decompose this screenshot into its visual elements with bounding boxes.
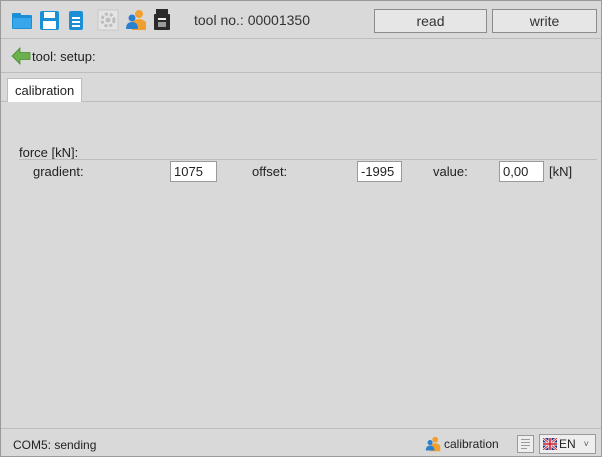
offset-label: offset: <box>252 164 288 179</box>
folder-open-icon[interactable] <box>11 9 33 31</box>
user-status-icon <box>425 436 441 452</box>
gradient-label: gradient: <box>33 164 84 179</box>
tab-calibration[interactable]: calibration <box>7 78 83 102</box>
force-section-title: force [kN]: <box>19 145 79 160</box>
write-button[interactable]: write <box>492 9 597 33</box>
gradient-input[interactable] <box>170 161 217 182</box>
read-button[interactable]: read <box>374 9 487 33</box>
value-input[interactable] <box>499 161 544 182</box>
offset-input[interactable] <box>357 161 402 182</box>
toolbar: tool no.: 00001350 read write <box>1 1 601 39</box>
status-mode-label: calibration <box>444 437 499 451</box>
log-document-icon[interactable] <box>517 435 534 453</box>
language-select[interactable]: EN ˅ <box>539 434 596 454</box>
tool-number-label: tool no.: 00001350 <box>194 12 310 28</box>
breadcrumb-text: tool: setup: <box>32 49 96 64</box>
print-icon[interactable] <box>65 9 87 31</box>
device-icon[interactable] <box>151 9 173 31</box>
read-button-label: read <box>416 13 445 29</box>
back-arrow-icon[interactable] <box>11 46 31 66</box>
section-divider <box>19 159 597 160</box>
value-label: value: <box>433 164 468 179</box>
user-icon[interactable] <box>125 9 147 31</box>
write-button-label: write <box>529 13 560 29</box>
uk-flag-icon <box>543 438 557 450</box>
language-label: EN <box>559 437 576 451</box>
app-window: tool no.: 00001350 read write tool: setu… <box>0 0 602 457</box>
save-icon[interactable] <box>38 9 60 31</box>
status-mode: calibration <box>425 435 499 453</box>
connection-status: COM5: sending <box>13 438 97 452</box>
tab-bar: calibration <box>1 74 601 102</box>
chevron-down-icon: ˅ <box>583 439 589 449</box>
gear-icon[interactable] <box>97 9 119 31</box>
breadcrumb: tool: setup: <box>1 40 601 73</box>
status-bar: COM5: sending calibration EN ˅ <box>1 428 601 456</box>
unit-label: [kN] <box>549 164 573 179</box>
tab-calibration-label: calibration <box>15 83 75 98</box>
calibration-panel: force [kN]: gradient: offset: value: [kN… <box>1 102 601 428</box>
